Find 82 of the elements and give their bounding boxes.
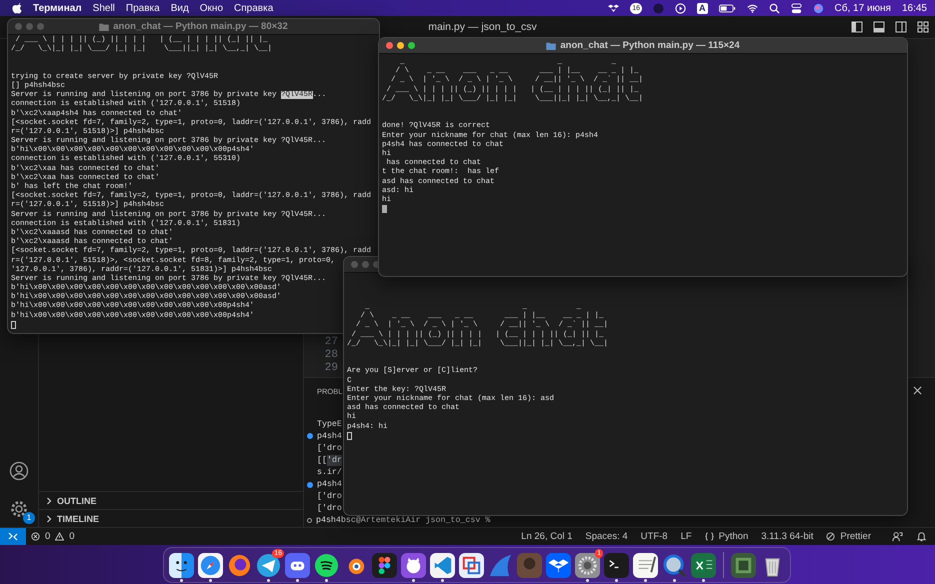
minimize-button[interactable] [397, 42, 404, 49]
error-count[interactable]: 0 [45, 531, 50, 542]
line-number: 27 [324, 336, 338, 349]
window-title: main.py — json_to_csv [428, 21, 537, 33]
selected-text: 'dr [326, 454, 342, 466]
close-icon[interactable] [913, 386, 922, 395]
zoom-button[interactable] [408, 42, 415, 49]
game-controller-app-icon[interactable] [285, 552, 310, 578]
settings-icon[interactable] [9, 499, 29, 519]
terminal-text: ['dro [317, 491, 342, 502]
terminal-text: ['dro [317, 442, 342, 454]
command-pending-circle[interactable] [307, 518, 312, 524]
spreadsheet-app-icon[interactable] [691, 552, 716, 578]
sound-waves-app-icon[interactable] [314, 552, 339, 578]
apple-logo-icon[interactable] [12, 2, 22, 14]
terminal-text: p4sh4 [317, 479, 342, 490]
status-item[interactable]: Ln 26, Col 1 [521, 531, 572, 542]
menu-bar-date[interactable]: Сб, 17 июня [834, 2, 891, 14]
notepad-app-icon[interactable] [633, 552, 658, 578]
formatter-status[interactable]: Prettier [840, 531, 871, 542]
window-title: anon_chat — Python main.py — 80×32 [113, 21, 288, 32]
overlapping-squares-app-icon[interactable] [459, 552, 484, 578]
wifi-icon[interactable] [746, 2, 758, 14]
open-box-app-icon[interactable] [546, 552, 571, 578]
error-icon[interactable] [31, 532, 40, 541]
compass-app-icon[interactable] [198, 552, 223, 578]
chevron-icon [45, 514, 53, 522]
command-success-dot[interactable] [307, 433, 313, 440]
terminal-text: ['dro [317, 503, 342, 514]
stacked-circles-app-icon[interactable] [372, 552, 397, 578]
remote-connection-icon[interactable] [0, 528, 26, 545]
terminal-text: s.ir/ [317, 466, 342, 478]
braces-icon[interactable] [704, 532, 714, 541]
chevron-icon [45, 496, 53, 504]
magnifier-app-icon[interactable] [662, 552, 687, 578]
terminal-text: TypeE [317, 418, 342, 430]
split-face-app-icon[interactable] [169, 552, 194, 578]
line-number: 28 [324, 349, 338, 362]
account-icon[interactable] [9, 461, 29, 481]
language-mode[interactable]: Python [718, 531, 748, 542]
toggles-icon[interactable] [790, 2, 802, 14]
window-title: anon_chat — Python main.py — 115×24 [560, 40, 740, 51]
menu-item[interactable]: Правка [126, 2, 160, 14]
play-circle-icon[interactable] [675, 2, 686, 14]
battery-icon[interactable] [718, 4, 736, 12]
line-number: 29 [324, 362, 338, 375]
secondary-sidebar-icon[interactable] [895, 21, 907, 33]
orb-icon[interactable] [812, 2, 824, 14]
menu-item[interactable]: Вид [170, 2, 189, 14]
app-menu[interactable]: Терминал [33, 2, 82, 14]
globe-app-icon[interactable] [227, 552, 252, 578]
search-icon[interactable] [768, 2, 780, 14]
status-item[interactable]: Spaces: 4 [585, 531, 628, 542]
status-item[interactable]: LF [680, 531, 692, 542]
terminal-text: [[ [317, 454, 327, 466]
close-button[interactable] [386, 42, 393, 49]
folder-icon [99, 22, 110, 30]
terminal-text: p4sh4bsc@ArtemtekiAir json_to_csv % [316, 515, 490, 526]
warning-count[interactable]: 0 [69, 531, 75, 542]
input-source-indicator[interactable]: A [697, 2, 708, 14]
terminal-text: p4sh4 [317, 430, 342, 442]
ribbon-app-icon[interactable] [430, 552, 455, 578]
status-item[interactable]: UTF-8 [640, 531, 668, 542]
sidebar-toggle-icon[interactable] [851, 21, 863, 33]
open-box-icon[interactable] [608, 2, 620, 14]
notification-badge: 1 [23, 512, 35, 524]
command-success-dot[interactable] [307, 482, 313, 488]
cat-silhouette-app-icon[interactable] [401, 552, 426, 578]
photo-frame-app-icon[interactable] [731, 552, 756, 578]
menu-bar-clock[interactable]: 16:45 [902, 2, 927, 14]
panel-toggle-icon[interactable] [873, 21, 885, 33]
menu-item[interactable]: Справка [234, 2, 274, 14]
layout-grid-icon[interactable] [917, 21, 929, 33]
terminal-prompt-app-icon[interactable] [604, 552, 629, 578]
menu-item[interactable]: Окно [200, 2, 224, 14]
bell-icon[interactable] [916, 531, 927, 542]
sidebar-section[interactable]: OUTLINE [39, 491, 303, 509]
feedback-icon[interactable] [892, 531, 903, 542]
folder-icon [546, 42, 556, 50]
menu-item[interactable]: Shell [92, 2, 115, 14]
python-interpreter[interactable]: 3.11.3 64-bit [761, 531, 814, 542]
warning-icon[interactable] [55, 532, 64, 541]
